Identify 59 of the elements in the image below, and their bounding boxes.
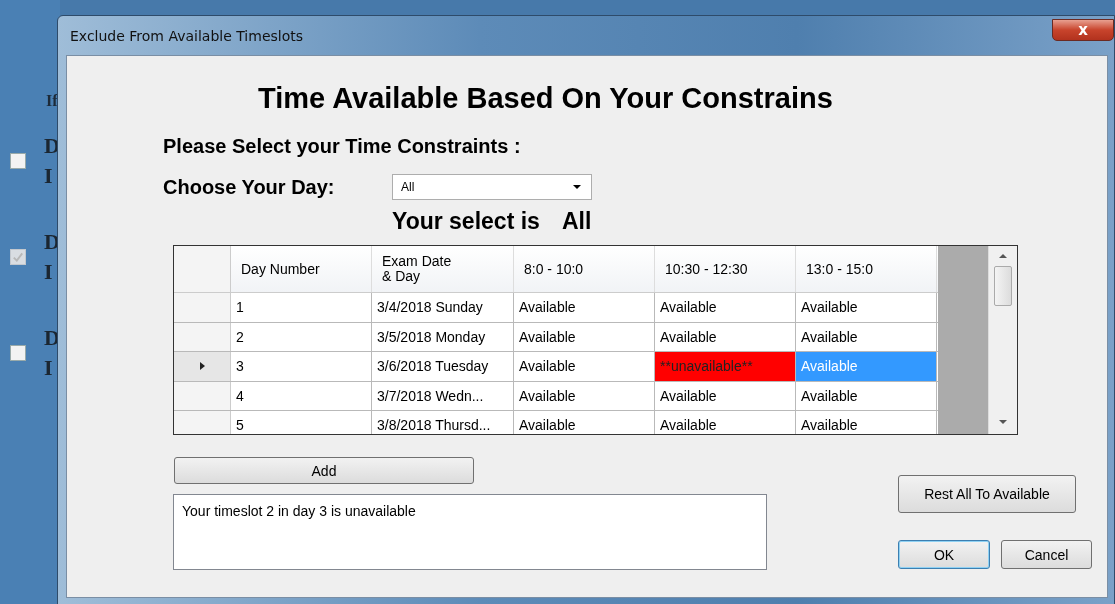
table-cell: 1 — [231, 293, 372, 322]
table-cell: 2 — [231, 322, 372, 351]
table-cell[interactable]: Available — [796, 293, 937, 322]
caret-icon — [573, 185, 581, 189]
option-text: I — [44, 258, 54, 286]
ok-button[interactable]: OK — [898, 540, 990, 569]
table-cell[interactable]: Available — [514, 411, 655, 434]
column-header[interactable]: Exam Date & Day — [372, 246, 514, 292]
table-cell[interactable]: Available — [796, 411, 937, 434]
table-cell: 3/5/2018 Monday — [372, 322, 514, 351]
scroll-up-icon — [999, 254, 1007, 258]
row-header[interactable] — [174, 352, 231, 381]
table-cell[interactable]: Available — [514, 293, 655, 322]
row-header[interactable] — [174, 293, 231, 322]
column-header[interactable]: 13:0 - 15:0 — [796, 246, 937, 292]
checkbox[interactable] — [10, 153, 26, 169]
heading: Time Available Based On Your Constrains — [258, 82, 834, 115]
selection-label: Your select is — [392, 208, 540, 235]
column-header[interactable]: Day Number — [231, 246, 372, 292]
scroll-down-icon — [999, 420, 1007, 424]
window-title: Exclude From Available Timeslots — [70, 27, 304, 44]
table-cell: 3/7/2018 Wedn... — [372, 381, 514, 410]
message-box[interactable]: Your timeslot 2 in day 3 is unavailable — [173, 494, 767, 570]
table-cell[interactable]: **unavailable** — [655, 352, 796, 381]
table-cell: 3/8/2018 Thursd... — [372, 411, 514, 434]
scroll-thumb[interactable] — [994, 266, 1012, 306]
table-cell: 3/6/2018 Tuesday — [372, 352, 514, 381]
header-corner[interactable] — [174, 246, 231, 292]
table-cell[interactable]: Available — [514, 322, 655, 351]
background-label: If — [46, 92, 58, 110]
table-cell[interactable]: Available — [655, 411, 796, 434]
table-cell[interactable]: Available — [514, 381, 655, 410]
table-cell[interactable]: Available — [796, 381, 937, 410]
column-header[interactable]: 10:30 - 12:30 — [655, 246, 796, 292]
option-text: I — [44, 162, 54, 190]
table-cell: 3/4/2018 Sunday — [372, 293, 514, 322]
cancel-button[interactable]: Cancel — [1001, 540, 1092, 569]
row-header[interactable] — [174, 411, 231, 434]
row-header[interactable] — [174, 322, 231, 351]
table-cell[interactable]: Available — [655, 381, 796, 410]
prompt-label: Please Select your Time Constraints : — [163, 135, 522, 158]
day-label: Choose Your Day: — [163, 175, 336, 199]
column-header[interactable]: 8:0 - 10:0 — [514, 246, 655, 292]
table-cell[interactable]: Available — [655, 293, 796, 322]
scrollbar[interactable] — [988, 246, 1017, 434]
table-cell: 5 — [231, 411, 372, 434]
table-cell: 4 — [231, 381, 372, 410]
checkbox[interactable] — [10, 345, 26, 361]
table-cell[interactable]: Available — [796, 322, 937, 351]
row-pointer-icon — [199, 362, 205, 371]
close-button[interactable]: x — [1052, 18, 1114, 41]
option-text: I — [44, 354, 54, 382]
row-header[interactable] — [174, 381, 231, 410]
table-cell: 3 — [231, 352, 372, 381]
reset-button[interactable]: Rest All To Available — [898, 475, 1076, 513]
table-cell[interactable]: Available — [655, 322, 796, 351]
add-button[interactable]: Add — [174, 457, 474, 484]
day-dropdown[interactable]: All — [392, 174, 592, 200]
selection-value: All — [561, 208, 592, 235]
